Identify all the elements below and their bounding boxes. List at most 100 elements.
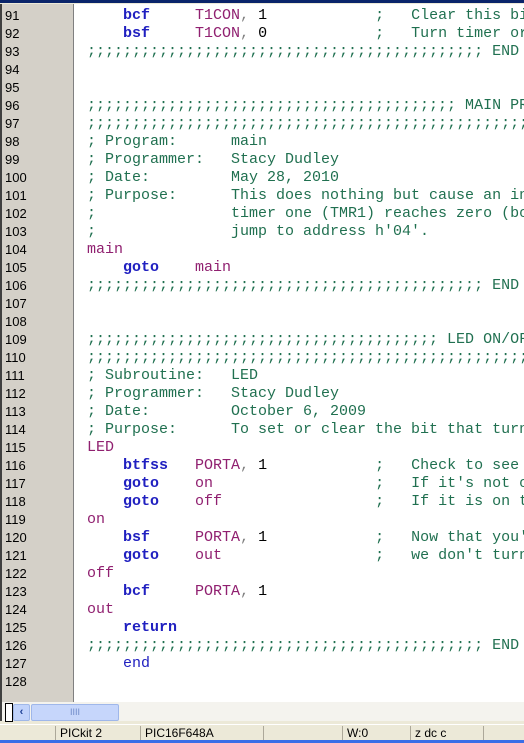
code-line[interactable]: 121 goto out ; we don't turn [2, 547, 524, 565]
status-bar: PICkit 2 PIC16F648A W:0 z dc c [0, 724, 524, 741]
code-text: return [87, 619, 177, 637]
code-line[interactable]: 100 ; Date: May 28, 2010 [2, 169, 524, 187]
code-line[interactable]: 120 bsf PORTA, 1 ; Now that you' [2, 529, 524, 547]
label-token: main [87, 241, 124, 258]
code-line[interactable]: 116 btfss PORTA, 1 ; Check to see [2, 457, 524, 475]
code-line[interactable]: 106;;;;;;;;;;;;;;;;;;;;;;;;;;;;;;;;;;;;;… [2, 277, 524, 295]
code-line[interactable]: 93;;;;;;;;;;;;;;;;;;;;;;;;;;;;;;;;;;;;;;… [2, 43, 524, 61]
code-line[interactable]: 96;;;;;;;;;;;;;;;;;;;;;;;;;;;;;;;;;;;;;;… [2, 97, 524, 115]
code-line[interactable]: 102 ; timer one (TMR1) reaches zero (bo [2, 205, 524, 223]
line-number: 103 [5, 224, 27, 239]
code-line[interactable]: 125 return [2, 619, 524, 637]
status-device: PIC16F648A [140, 726, 263, 740]
code-line[interactable]: 99 ; Programmer: Stacy Dudley [2, 151, 524, 169]
scroll-left-arrow-icon[interactable]: ‹ [13, 704, 30, 721]
line-number: 104 [5, 242, 27, 257]
code-line[interactable]: 128 [2, 673, 524, 691]
code-line[interactable]: 115 LED [2, 439, 524, 457]
code-line[interactable]: 98 ; Program: main [2, 133, 524, 151]
code-line[interactable]: 94 [2, 61, 524, 79]
keyword-token: goto [123, 475, 160, 492]
line-number: 91 [5, 8, 20, 23]
code-line[interactable]: 117 goto on ; If it's not o [2, 475, 524, 493]
operand-token: T1CON [195, 25, 241, 42]
operand-token: T1CON [195, 7, 241, 24]
code-text: bcf T1CON, 1 ; Clear this bi [87, 7, 524, 25]
code-text: ;;;;;;;;;;;;;;;;;;;;;;;;;;;;;;;;;;;;;;;;… [87, 277, 519, 295]
line-number: 113 [5, 404, 26, 419]
operand-token: out [195, 547, 223, 564]
code-line[interactable]: 92 bsf T1CON, 0 ; Turn timer or [2, 25, 524, 43]
code-text: goto on ; If it's not o [87, 475, 524, 493]
line-number: 115 [5, 440, 26, 455]
line-number: 124 [5, 602, 27, 617]
line-number: 92 [5, 26, 20, 41]
scrollbar-thumb[interactable]: IIII [31, 704, 119, 721]
code-line[interactable]: 113 ; Date: October 6, 2009 [2, 403, 524, 421]
code-line[interactable]: 107 [2, 295, 524, 313]
line-number: 98 [5, 134, 20, 149]
label-token: off [87, 565, 115, 582]
label-token: LED [87, 439, 115, 456]
comment-token: ; Turn timer or [375, 25, 524, 42]
line-number: 108 [5, 314, 27, 329]
code-line[interactable]: 101 ; Purpose: This does nothing but caus… [2, 187, 524, 205]
code-text: bsf T1CON, 0 ; Turn timer or [87, 25, 524, 43]
keyword-token: bcf [123, 7, 151, 24]
code-line[interactable]: 109;;;;;;;;;;;;;;;;;;;;;;;;;;;;;;;;;;;;;… [2, 331, 524, 349]
code-line[interactable]: 119 on [2, 511, 524, 529]
punctuation-token: , [240, 583, 259, 600]
line-number: 122 [5, 566, 27, 581]
code-line[interactable]: 118 goto off ; If it is on t [2, 493, 524, 511]
line-number: 96 [5, 98, 20, 113]
code-line[interactable]: 112 ; Programmer: Stacy Dudley [2, 385, 524, 403]
code-line[interactable]: 104 main [2, 241, 524, 259]
line-number: 99 [5, 152, 20, 167]
code-line[interactable]: 111 ; Subroutine: LED [2, 367, 524, 385]
comment-token: ; Date: May 28, 2010 [87, 169, 340, 186]
horizontal-scrollbar[interactable]: ‹ IIII [0, 702, 524, 722]
line-number: 117 [5, 476, 26, 491]
line-number: 106 [5, 278, 27, 293]
code-text: ;;;;;;;;;;;;;;;;;;;;;;;;;;;;;;;;;;;;;;;;… [87, 43, 519, 61]
code-line[interactable]: 124 out [2, 601, 524, 619]
code-text: ; Purpose: To set or clear the bit that … [87, 421, 524, 439]
code-line[interactable]: 91 bcf T1CON, 1 ; Clear this bi [2, 7, 524, 25]
comment-token: ; we don't turn [375, 547, 524, 564]
keyword-token: bcf [123, 583, 151, 600]
splitter-handle[interactable] [5, 703, 13, 722]
line-number: 123 [5, 584, 27, 599]
code-line[interactable]: 108 [2, 313, 524, 331]
code-line[interactable]: 103 ; jump to address h'04'. [2, 223, 524, 241]
code-text: btfss PORTA, 1 ; Check to see [87, 457, 519, 475]
code-editor[interactable]: 91 bcf T1CON, 1 ; Clear this bi 92 bsf T1… [0, 4, 524, 702]
code-line[interactable]: 127 end [2, 655, 524, 673]
code-line[interactable]: 95 [2, 79, 524, 97]
code-line[interactable]: 126;;;;;;;;;;;;;;;;;;;;;;;;;;;;;;;;;;;;;… [2, 637, 524, 655]
code-line[interactable]: 122 off [2, 565, 524, 583]
label-token: on [87, 511, 106, 528]
code-text: ; Date: May 28, 2010 [87, 169, 339, 187]
code-line[interactable]: 114 ; Purpose: To set or clear the bit th… [2, 421, 524, 439]
line-number: 114 [5, 422, 26, 437]
code-text: ; Programmer: Stacy Dudley [87, 385, 339, 403]
code-text: ;;;;;;;;;;;;;;;;;;;;;;;;;;;;;;;;;;;;;;;;… [87, 349, 524, 367]
line-number: 100 [5, 170, 27, 185]
line-number: 109 [5, 332, 27, 347]
code-line[interactable]: 123 bcf PORTA, 1 [2, 583, 524, 601]
code-line[interactable]: 105 goto main [2, 259, 524, 277]
code-line[interactable]: 97;;;;;;;;;;;;;;;;;;;;;;;;;;;;;;;;;;;;;;… [2, 115, 524, 133]
code-line[interactable]: 110;;;;;;;;;;;;;;;;;;;;;;;;;;;;;;;;;;;;;… [2, 349, 524, 367]
